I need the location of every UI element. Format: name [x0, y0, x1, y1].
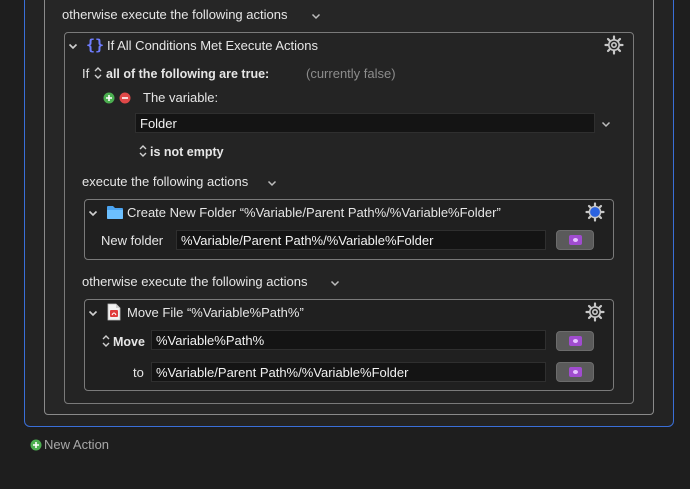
svg-text:{}: {}	[86, 36, 104, 54]
condition-status: (currently false)	[306, 66, 396, 81]
braces-icon: {}	[86, 36, 104, 54]
move-file-collapse-icon[interactable]	[87, 307, 99, 319]
gear-icon[interactable]	[585, 202, 605, 222]
condition-type-label: The variable:	[143, 90, 219, 105]
if-action-title: If All Conditions Met Execute Actions	[107, 38, 318, 53]
insert-token-icon	[569, 235, 582, 245]
operator-select[interactable]: is not empty	[150, 144, 224, 160]
chevron-down-icon[interactable]	[310, 10, 322, 22]
move-source-field[interactable]: %Variable%Path%	[151, 330, 546, 350]
move-mode-stepper-icon[interactable]	[101, 333, 111, 349]
then-actions-label: execute the following actions	[82, 174, 249, 189]
up-down-stepper-icon[interactable]	[93, 65, 103, 81]
match-mode-select[interactable]: all of the following are true:	[106, 66, 269, 82]
move-destination-field[interactable]: %Variable/Parent Path%/%Variable%Folder	[151, 362, 546, 382]
operator-stepper-icon[interactable]	[138, 143, 148, 159]
new-action-label: New Action	[44, 437, 110, 452]
gear-icon[interactable]	[604, 35, 624, 55]
insert-token-icon	[569, 367, 582, 377]
move-to-label: to	[133, 365, 144, 380]
insert-token-button[interactable]	[556, 230, 594, 250]
else-chevron-icon[interactable]	[329, 277, 341, 289]
add-circle-icon[interactable]	[103, 92, 115, 104]
outer-otherwise-label: otherwise execute the following actions	[62, 7, 288, 22]
add-circle-icon	[30, 439, 42, 451]
folder-icon	[107, 206, 123, 219]
new-folder-path-field[interactable]: %Variable/Parent Path%/%Variable%Folder	[176, 230, 546, 250]
insert-token-icon	[569, 336, 582, 346]
insert-token-button[interactable]	[556, 362, 594, 382]
then-chevron-icon[interactable]	[266, 177, 278, 189]
gear-icon[interactable]	[585, 302, 605, 322]
variable-dropdown-chevron-icon[interactable]	[600, 118, 612, 130]
create-folder-title: Create New Folder “%Variable/Parent Path…	[127, 205, 501, 220]
remove-circle-icon[interactable]	[119, 92, 131, 104]
move-file-title: Move File “%Variable%Path%”	[127, 305, 304, 320]
if-prefix: If	[82, 66, 90, 81]
insert-token-button[interactable]	[556, 331, 594, 351]
variable-name-field[interactable]: Folder	[135, 113, 595, 133]
pdf-file-icon	[107, 303, 121, 321]
move-mode-select[interactable]: Move	[113, 334, 145, 350]
collapse-chevron-icon[interactable]	[67, 40, 79, 52]
else-actions-label: otherwise execute the following actions	[82, 274, 308, 289]
new-folder-label: New folder	[101, 233, 164, 248]
create-folder-collapse-icon[interactable]	[87, 207, 99, 219]
